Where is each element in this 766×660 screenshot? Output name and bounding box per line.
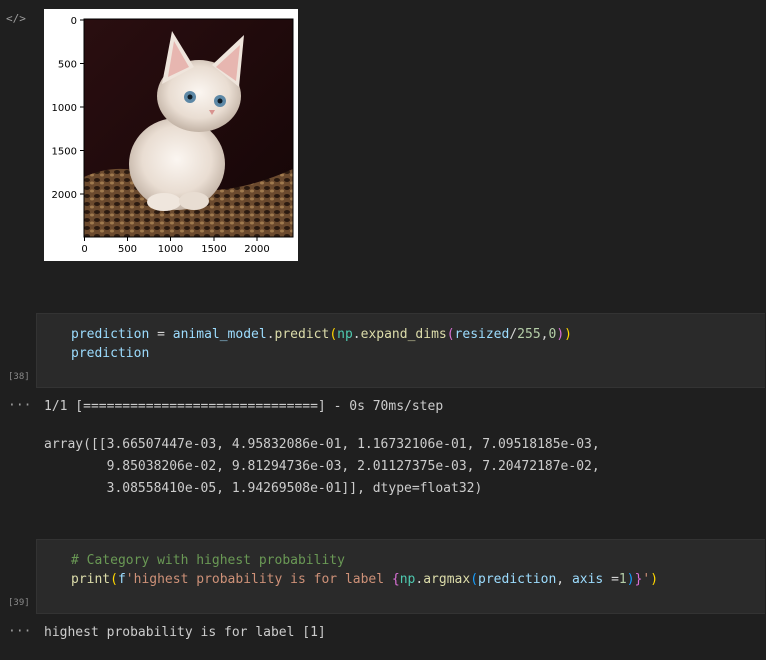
- kitten-image: [84, 19, 293, 237]
- y-tick-label: 500: [58, 60, 77, 71]
- x-tick-label: 1500: [201, 244, 226, 255]
- y-tick-label: 2000: [52, 190, 77, 201]
- array-output-line: 3.08558410e-05, 1.94269508e-01]], dtype=…: [44, 481, 483, 496]
- x-tick-label: 1000: [158, 244, 183, 255]
- progress-output: 1/1 [==============================] - 0…: [44, 399, 444, 414]
- execution-count: [39]: [8, 598, 30, 608]
- code-comment: # Category with highest probability: [71, 553, 345, 568]
- array-output-line: array([[3.66507447e-03, 4.95832086e-01, …: [44, 437, 600, 452]
- x-tick-label: 2000: [244, 244, 269, 255]
- code-line: prediction = animal_model.predict(np.exp…: [71, 327, 572, 342]
- code-cell-predict[interactable]: prediction = animal_model.predict(np.exp…: [36, 313, 765, 388]
- code-line: print(f'highest probability is for label…: [71, 572, 659, 587]
- code-line: prediction: [71, 346, 150, 361]
- array-output-line: 9.85038206e-02, 9.81294736e-03, 2.011273…: [44, 459, 600, 474]
- x-tick-label: 0: [81, 244, 87, 255]
- y-axis: 0 500 1000 1500 2000: [52, 16, 84, 201]
- code-cell-argmax[interactable]: # Category with highest probability prin…: [36, 539, 765, 614]
- x-axis: 0 500 1000 1500 2000: [81, 237, 270, 255]
- y-tick-label: 1000: [52, 103, 77, 114]
- output-menu-icon[interactable]: ···: [8, 398, 31, 413]
- plot-svg: 0 500 1000 1500 2000 0 500 1000 1500 200…: [52, 16, 294, 255]
- x-tick-label: 500: [118, 244, 137, 255]
- y-tick-label: 1500: [52, 147, 77, 158]
- execution-count: [38]: [8, 372, 30, 382]
- output-menu-icon[interactable]: ···: [8, 624, 31, 639]
- image-plot-output: 0 500 1000 1500 2000 0 500 1000 1500 200…: [44, 9, 298, 261]
- code-icon[interactable]: </>: [6, 12, 26, 25]
- print-output: highest probability is for label [1]: [44, 625, 326, 640]
- y-tick-label: 0: [71, 16, 77, 27]
